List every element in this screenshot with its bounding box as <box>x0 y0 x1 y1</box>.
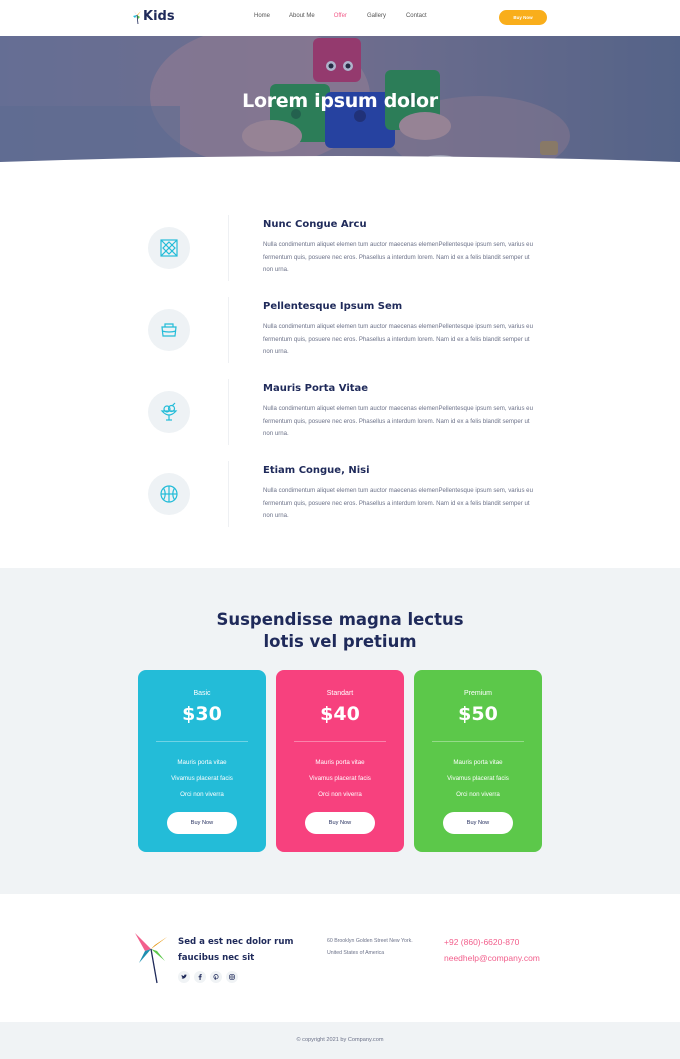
feature-title: Pellentesque Ipsum Sem <box>263 301 403 312</box>
footer-tagline: Sed a est nec dolor rum faucibus nec sit <box>178 935 318 966</box>
copyright-text: © copyright 2021 by Company.com <box>296 1037 384 1043</box>
pinwheel-logo-icon <box>135 933 167 984</box>
address-line1: 60 Brooklyn Golden Street New York. <box>327 938 413 944</box>
plan-divider <box>156 741 248 742</box>
plan-feature: Mauris porta vitae <box>315 759 365 766</box>
email-link[interactable]: needhelp@company.com <box>444 951 540 967</box>
pricing-card-basic: Basic $30 Mauris porta vitae Vivamus pla… <box>138 670 266 852</box>
crossed-square-icon <box>160 239 178 257</box>
plan-name: Premium <box>463 690 492 697</box>
twitter-icon[interactable] <box>178 971 190 983</box>
facebook-icon[interactable] <box>194 971 206 983</box>
feature-icon-circle <box>148 473 190 515</box>
copyright-bar: © copyright 2021 by Company.com <box>0 1022 680 1059</box>
feature-item: Pellentesque Ipsum Sem Nulla condimentum… <box>148 297 548 367</box>
feature-text: Nulla condimentum aliquet elemen tum auc… <box>263 405 533 438</box>
instagram-icon[interactable] <box>226 971 238 983</box>
footer: Sed a est nec dolor rum faucibus nec sit… <box>0 894 680 1022</box>
plan-price: $30 <box>182 703 222 725</box>
feature-icon-circle <box>148 309 190 351</box>
plan-divider <box>432 741 524 742</box>
feature-item: Etiam Congue, Nisi Nulla condimentum ali… <box>148 461 548 531</box>
pricing-card-premium: Premium $50 Mauris porta vitae Vivamus p… <box>414 670 542 852</box>
basic-buy-now-button[interactable]: Buy Now <box>167 812 237 834</box>
feature-icon-circle <box>148 227 190 269</box>
pricing-title: Suspendisse magna lectus lotis vel preti… <box>0 609 680 653</box>
plan-price: $40 <box>320 703 360 725</box>
feature-divider <box>228 215 229 281</box>
plan-name: Basic <box>193 690 211 697</box>
plan-feature: Orci non viverra <box>180 791 224 798</box>
pricing-title-line1: Suspendisse magna lectus <box>216 610 464 629</box>
pricing-title-line2: lotis vel pretium <box>263 632 417 651</box>
social-links <box>178 971 242 983</box>
nav-gallery[interactable]: Gallery <box>367 13 386 19</box>
logo[interactable]: Kids <box>132 9 175 24</box>
nav-about-me[interactable]: About Me <box>289 13 315 19</box>
main-menu: Home About Me Offer Gallery Contact <box>254 13 427 19</box>
top-navbar: Kids Home About Me Offer Gallery Contact… <box>0 0 680 36</box>
address-line2: United States of America <box>327 949 385 956</box>
hero-title: Lorem ipsum dolor <box>242 90 438 112</box>
basket-icon <box>161 323 177 337</box>
feature-divider <box>228 297 229 363</box>
feature-text: Nulla condimentum aliquet elemen tum auc… <box>263 487 533 520</box>
plan-feature: Mauris porta vitae <box>177 759 227 766</box>
feature-item: Mauris Porta Vitae Nulla condimentum ali… <box>148 379 548 449</box>
pricing-section: Suspendisse magna lectus lotis vel preti… <box>0 568 680 894</box>
nav-home[interactable]: Home <box>254 13 270 19</box>
feature-title: Nunc Congue Arcu <box>263 219 367 230</box>
hero-banner: Lorem ipsum dolor <box>0 36 680 173</box>
footer-tagline-line2: faucibus nec sit <box>178 952 255 963</box>
pinterest-icon[interactable] <box>210 971 222 983</box>
feature-item: Nunc Congue Arcu Nulla condimentum aliqu… <box>148 215 548 285</box>
plan-feature: Orci non viverra <box>318 791 362 798</box>
plan-feature: Vivamus placerat facis <box>447 775 509 782</box>
plan-name: Standart <box>326 690 354 697</box>
basketball-icon <box>160 485 178 503</box>
phone-link[interactable]: +92 (860)-6620-870 <box>444 935 540 951</box>
feature-title: Etiam Congue, Nisi <box>263 465 370 476</box>
plan-feature: Mauris porta vitae <box>453 759 503 766</box>
logo-text: Kids <box>143 9 175 24</box>
ice-cream-cup-icon <box>160 402 178 421</box>
nav-contact[interactable]: Contact <box>406 13 427 19</box>
premium-buy-now-button[interactable]: Buy Now <box>443 812 513 834</box>
plan-feature: Vivamus placerat facis <box>309 775 371 782</box>
standart-buy-now-button[interactable]: Buy Now <box>305 812 375 834</box>
header-buy-now-button[interactable]: Buy Now <box>499 10 547 25</box>
pinwheel-logo-icon <box>133 9 141 24</box>
footer-tagline-line1: Sed a est nec dolor rum <box>178 937 294 947</box>
nav-offer[interactable]: Offer <box>334 13 347 19</box>
feature-text: Nulla condimentum aliquet elemen tum auc… <box>263 323 533 356</box>
feature-divider <box>228 379 229 445</box>
plan-price: $50 <box>458 703 498 725</box>
plan-feature: Orci non viverra <box>456 791 500 798</box>
feature-title: Mauris Porta Vitae <box>263 383 369 394</box>
plan-divider <box>294 741 386 742</box>
address: 60 Brooklyn Golden Street New York. Unit… <box>327 936 413 959</box>
contact-info: +92 (860)-6620-870 needhelp@company.com <box>444 935 540 966</box>
pricing-card-standart: Standart $40 Mauris porta vitae Vivamus … <box>276 670 404 852</box>
plan-feature: Vivamus placerat facis <box>171 775 233 782</box>
feature-icon-circle <box>148 391 190 433</box>
feature-text: Nulla condimentum aliquet elemen tum auc… <box>263 241 533 274</box>
feature-divider <box>228 461 229 527</box>
